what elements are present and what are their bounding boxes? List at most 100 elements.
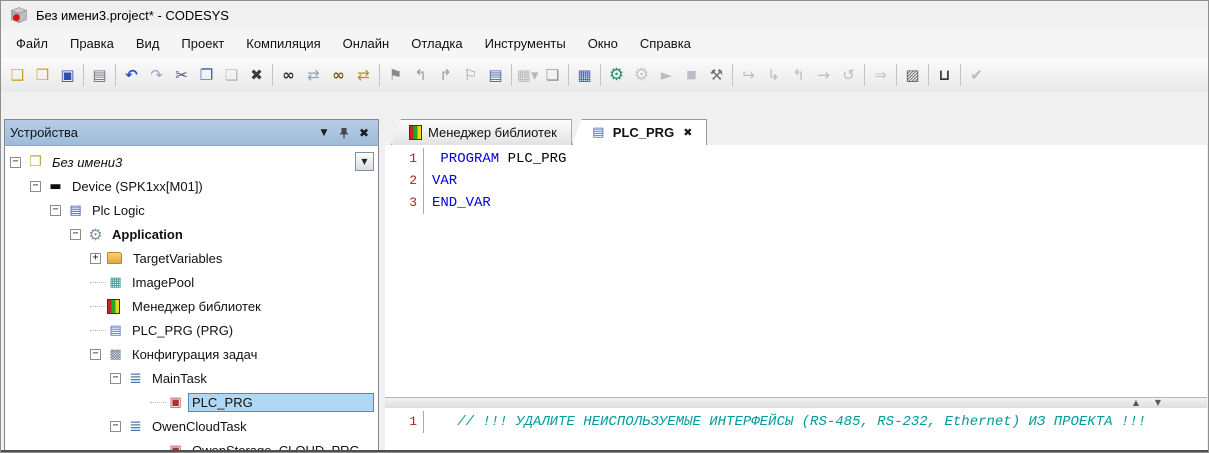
tab-label: Менеджер библиотек xyxy=(428,125,557,140)
expand-toggle-icon[interactable] xyxy=(10,157,21,168)
open-project-button[interactable]: ❒ xyxy=(30,62,55,88)
tree-item-label: ImagePool xyxy=(128,273,198,292)
login-button[interactable]: ⚙ xyxy=(604,62,629,88)
menu-view[interactable]: Вид xyxy=(125,29,171,58)
menu-tools[interactable]: Инструменты xyxy=(474,29,577,58)
tree-item-plc-prg-pou[interactable]: PLC_PRG (PRG) xyxy=(5,318,378,342)
tree-item-maintask-plc-prg[interactable]: PLC_PRG xyxy=(5,390,378,414)
menu-project[interactable]: Проект xyxy=(170,29,235,58)
declarations-view-button[interactable]: ▦▾ xyxy=(515,62,540,88)
tree-item-task-configuration[interactable]: Конфигурация задач xyxy=(5,342,378,366)
run-to-cursor-button[interactable]: → xyxy=(811,62,836,88)
expand-toggle-icon[interactable] xyxy=(110,421,121,432)
root-dropdown-button[interactable]: ▼ xyxy=(355,152,374,171)
tree-item-owencloudtask[interactable]: OwenCloudTask xyxy=(5,414,378,438)
replace-button[interactable]: ⇄ xyxy=(301,62,326,88)
previous-bookmark-button[interactable]: ↰ xyxy=(408,62,433,88)
pou-document-icon xyxy=(107,323,124,338)
delete-button[interactable]: ✖ xyxy=(244,62,269,88)
new-object-button[interactable]: ❏ xyxy=(540,62,565,88)
update-device-button[interactable]: ✔ xyxy=(964,62,989,88)
clear-bookmarks-button[interactable]: ⚐ xyxy=(458,62,483,88)
multi-download-button[interactable]: ⚒ xyxy=(704,62,729,88)
bookmarks-window-button[interactable]: ▤ xyxy=(483,62,508,88)
display-mode-button[interactable]: ▨ xyxy=(900,62,925,88)
next-bookmark-button[interactable]: ↱ xyxy=(433,62,458,88)
library-manager-icon xyxy=(107,299,120,314)
tree-item-library-manager[interactable]: Менеджер библиотек xyxy=(5,294,378,318)
find-button[interactable]: ∞ xyxy=(276,62,301,88)
pin-icon[interactable] xyxy=(335,124,353,142)
close-tab-icon[interactable]: ✖ xyxy=(683,126,692,139)
expand-toggle-icon[interactable] xyxy=(50,205,61,216)
step-into-button[interactable]: ↳ xyxy=(761,62,786,88)
tab-plc-prg[interactable]: PLC_PRG ✖ xyxy=(572,119,708,145)
tree-item-device[interactable]: Device (SPK1xx[M01]) xyxy=(5,174,378,198)
expand-toggle-icon[interactable] xyxy=(70,229,81,240)
expand-toggle-icon[interactable] xyxy=(110,373,121,384)
tree-item-imagepool[interactable]: ImagePool xyxy=(5,270,378,294)
copy-button[interactable]: ❐ xyxy=(194,62,219,88)
step-over-button[interactable]: ↪ xyxy=(736,62,761,88)
implementation-editor[interactable]: 1 // !!! УДАЛИТЕ НЕИСПОЛЬЗУЕМЫЕ ИНТЕРФЕЙ… xyxy=(385,408,1207,450)
toggle-bookmark-button[interactable]: ⚑ xyxy=(383,62,408,88)
expand-toggle-icon[interactable] xyxy=(90,349,101,360)
library-manager-icon xyxy=(409,125,422,140)
step-out-button[interactable]: ↰ xyxy=(786,62,811,88)
show-next-statement-button[interactable]: ⇒ xyxy=(868,62,893,88)
reset-button[interactable]: ↺ xyxy=(836,62,861,88)
redo-button[interactable]: ↷ xyxy=(144,62,169,88)
code-line: 3 END_VAR xyxy=(385,192,1207,214)
tree-item-targetvariables[interactable]: TargetVariables xyxy=(5,246,378,270)
toolbar-gap xyxy=(1,91,1208,119)
line-number: 2 xyxy=(385,170,424,192)
toolbar-separator xyxy=(864,64,865,86)
new-file-button[interactable]: ❑ xyxy=(5,62,30,88)
find-in-project-button[interactable]: ∞ xyxy=(326,62,351,88)
tree-item-plc-logic[interactable]: Plc Logic xyxy=(5,198,378,222)
code-text: // !!! УДАЛИТЕ НЕИСПОЛЬЗУЕМЫЕ ИНТЕРФЕЙСЫ… xyxy=(424,411,1146,433)
build-button[interactable]: ▦ xyxy=(572,62,597,88)
start-button[interactable]: ► xyxy=(654,62,679,88)
folder-icon xyxy=(107,252,122,264)
undo-button[interactable]: ↶ xyxy=(119,62,144,88)
replace-in-project-button[interactable]: ⇄ xyxy=(351,62,376,88)
tree-connector xyxy=(90,282,106,283)
identifier: PLC_PRG xyxy=(499,151,566,167)
collapse-up-icon[interactable]: ▲ xyxy=(1127,398,1145,407)
menu-help[interactable]: Справка xyxy=(629,29,702,58)
tree-item-label: PLC_PRG (PRG) xyxy=(128,321,237,340)
toolbar-separator xyxy=(928,64,929,86)
menu-edit[interactable]: Правка xyxy=(59,29,125,58)
stop-button[interactable]: ■ xyxy=(679,62,704,88)
expand-toggle-icon[interactable] xyxy=(90,253,101,264)
tree-item-label: MainTask xyxy=(148,369,211,388)
collapse-down-icon[interactable]: ▼ xyxy=(1149,398,1167,407)
menu-debug[interactable]: Отладка xyxy=(400,29,473,58)
tab-library-manager[interactable]: Менеджер библиотек xyxy=(391,119,572,145)
print-button[interactable]: ▤ xyxy=(87,62,112,88)
toolbar-separator xyxy=(732,64,733,86)
plc-logic-icon xyxy=(67,203,84,218)
logout-button[interactable]: ⚙ xyxy=(629,62,654,88)
tree-item-project-root[interactable]: Без имени3 xyxy=(5,150,378,174)
paste-button[interactable]: ❏ xyxy=(219,62,244,88)
device-icon xyxy=(47,179,64,194)
window-bottom-border xyxy=(1,450,1208,452)
menu-build[interactable]: Компиляция xyxy=(235,29,331,58)
toolbar-separator xyxy=(272,64,273,86)
devices-panel: Устройства ▼ ✖ Без имени3 Device (SPK1xx… xyxy=(4,119,379,450)
close-icon[interactable]: ✖ xyxy=(355,124,373,142)
task-icon xyxy=(127,419,144,434)
menu-window[interactable]: Окно xyxy=(577,29,629,58)
save-project-button[interactable]: ▣ xyxy=(55,62,80,88)
expand-toggle-icon[interactable] xyxy=(30,181,41,192)
declaration-editor[interactable]: 1 PROGRAM PLC_PRG 2 VAR 3 END_VAR xyxy=(385,145,1207,397)
window-position-icon[interactable]: ▼ xyxy=(315,124,333,142)
store-cart-button[interactable]: ⊔ xyxy=(932,62,957,88)
tree-item-maintask[interactable]: MainTask xyxy=(5,366,378,390)
cut-button[interactable]: ✂ xyxy=(169,62,194,88)
tree-item-application[interactable]: Application xyxy=(5,222,378,246)
menu-online[interactable]: Онлайн xyxy=(332,29,401,58)
menu-file[interactable]: Файл xyxy=(5,29,59,58)
